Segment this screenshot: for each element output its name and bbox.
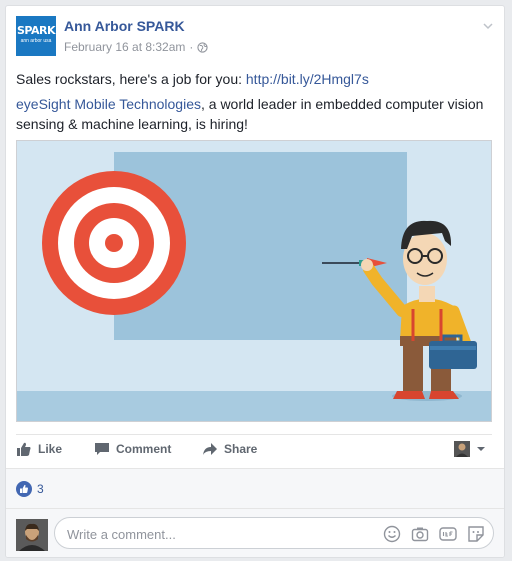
share-button[interactable]: Share <box>202 441 257 457</box>
page-name-link[interactable]: Ann Arbor SPARK <box>64 18 185 34</box>
post-as-selector[interactable] <box>454 441 486 457</box>
gif-icon[interactable] <box>439 525 457 543</box>
comment-label: Comment <box>116 442 172 456</box>
comment-input-wrapper <box>54 517 494 549</box>
meta-separator: · <box>189 40 194 54</box>
post-actions: Like Comment Share <box>16 434 492 467</box>
logo-text: SPARK <box>17 24 55 37</box>
comment-button[interactable]: Comment <box>94 441 171 457</box>
comment-tools <box>383 525 485 543</box>
post-header: SPARK ann arbor usa Ann Arbor SPARK Febr… <box>16 16 494 58</box>
post-meta: February 16 at 8:32am · <box>64 40 209 54</box>
comment-input[interactable] <box>65 524 369 544</box>
share-label: Share <box>224 442 258 456</box>
post-text-line1: Sales rockstars, here's a job for you: h… <box>16 71 496 87</box>
like-button[interactable]: Like <box>16 441 62 457</box>
logo-subtext: ann arbor usa <box>20 38 52 44</box>
camera-icon[interactable] <box>411 525 429 543</box>
post-text-line2: eyeSight Mobile Technologies, a world le… <box>16 94 496 134</box>
post-text-prefix: Sales rockstars, here's a job for you: <box>16 71 246 87</box>
commenter-avatar <box>16 519 48 551</box>
reaction-summary[interactable]: 3 <box>16 481 44 497</box>
emoji-icon[interactable] <box>383 525 401 543</box>
globe-icon <box>197 41 209 53</box>
comment-icon <box>95 443 109 455</box>
reaction-count: 3 <box>37 482 44 496</box>
like-label: Like <box>38 442 63 456</box>
post-card: SPARK ann arbor usa Ann Arbor SPARK Febr… <box>5 5 505 558</box>
comment-composer <box>6 508 504 557</box>
company-link[interactable]: eyeSight Mobile Technologies <box>16 96 201 112</box>
like-reaction-icon <box>16 481 32 497</box>
reactions-bar: 3 <box>6 468 504 509</box>
like-icon <box>17 442 31 456</box>
sticker-icon[interactable] <box>467 525 485 543</box>
page-avatar[interactable]: SPARK ann arbor usa <box>16 16 56 56</box>
chevron-down-icon[interactable] <box>482 20 494 32</box>
caret-down-icon <box>477 447 485 451</box>
target-graphic <box>42 171 186 315</box>
post-url-link[interactable]: http://bit.ly/2Hmgl7s <box>246 71 369 87</box>
post-image[interactable] <box>16 140 492 422</box>
share-icon <box>203 443 217 455</box>
user-avatar-small <box>454 441 470 457</box>
illustration <box>17 141 491 421</box>
post-timestamp[interactable]: February 16 at 8:32am <box>64 40 185 54</box>
